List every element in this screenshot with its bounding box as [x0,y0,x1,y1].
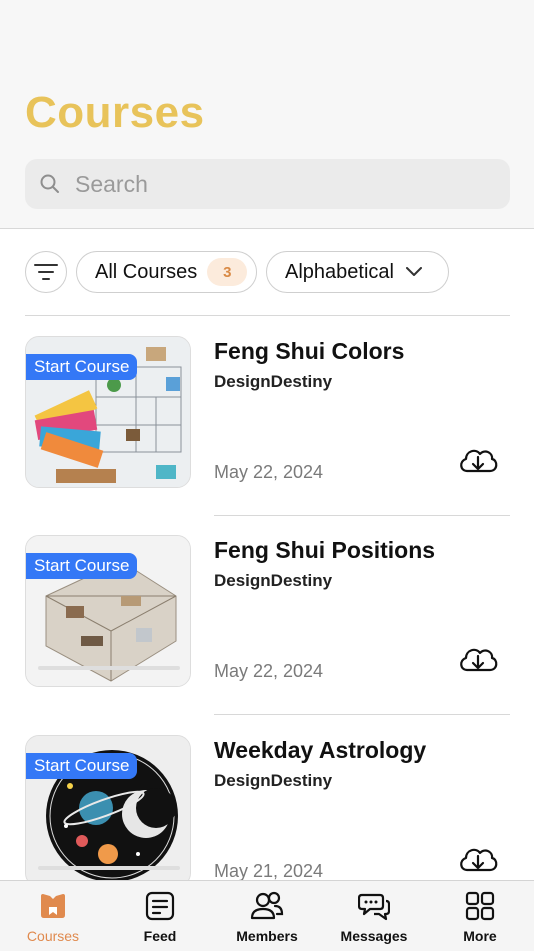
start-course-badge: Start Course [26,553,138,579]
course-author: DesignDestiny [214,372,333,391]
tab-messages[interactable]: Messages [321,881,427,951]
divider [214,515,510,516]
tab-label: Members [236,928,298,944]
filter-icon [34,264,58,280]
feed-icon [145,891,175,921]
course-title[interactable]: Weekday Astrology [214,737,426,764]
tab-feed[interactable]: Feed [107,881,213,951]
cloud-download-icon[interactable] [457,643,499,675]
search-icon [40,174,59,193]
all-courses-label: All Courses [95,260,198,283]
start-course-badge: Start Course [26,753,138,779]
course-count-badge: 3 [207,258,248,286]
search-bar[interactable] [25,159,510,209]
divider [25,315,510,316]
tab-label: Messages [340,928,408,944]
course-author: DesignDestiny [214,571,333,590]
sort-label: Alphabetical [285,260,394,283]
grid-icon [465,891,495,921]
tab-bar: Courses Feed Members Messages More [0,880,534,951]
members-icon [250,891,284,920]
course-title[interactable]: Feng Shui Colors [214,338,404,365]
divider [214,714,510,715]
start-course-badge: Start Course [26,354,138,380]
course-thumbnail[interactable]: Start Course [25,535,191,687]
course-card[interactable]: Start Course Weekday Astrology DesignDes… [25,735,510,889]
cloud-download-icon[interactable] [457,444,499,476]
filter-button[interactable] [25,251,67,293]
course-date: May 22, 2024 [214,661,324,681]
course-thumbnail[interactable]: Start Course [25,336,191,488]
header: Courses [0,0,534,229]
course-author: DesignDestiny [214,771,333,790]
tab-members[interactable]: Members [214,881,320,951]
chevron-down-icon [405,267,422,276]
all-courses-filter[interactable]: All Courses 3 [76,251,257,293]
tab-label: Feed [143,928,177,944]
messages-icon [358,893,390,921]
course-card[interactable]: Start Course Feng Shui Colors DesignDest… [25,336,510,490]
course-thumbnail[interactable]: Start Course [25,735,191,887]
cloud-download-icon[interactable] [457,843,499,875]
course-date: May 21, 2024 [214,861,324,881]
tab-label: Courses [26,928,80,944]
courses-icon [41,894,65,918]
sort-dropdown[interactable]: Alphabetical [266,251,449,293]
course-title[interactable]: Feng Shui Positions [214,537,435,564]
course-date: May 22, 2024 [214,462,324,482]
tab-label: More [463,928,497,944]
course-card[interactable]: Start Course Feng Shui Positions DesignD… [25,535,510,689]
tab-courses[interactable]: Courses [0,881,106,951]
page-title: Courses [25,88,205,137]
search-input[interactable] [73,169,477,199]
tab-more[interactable]: More [427,881,533,951]
